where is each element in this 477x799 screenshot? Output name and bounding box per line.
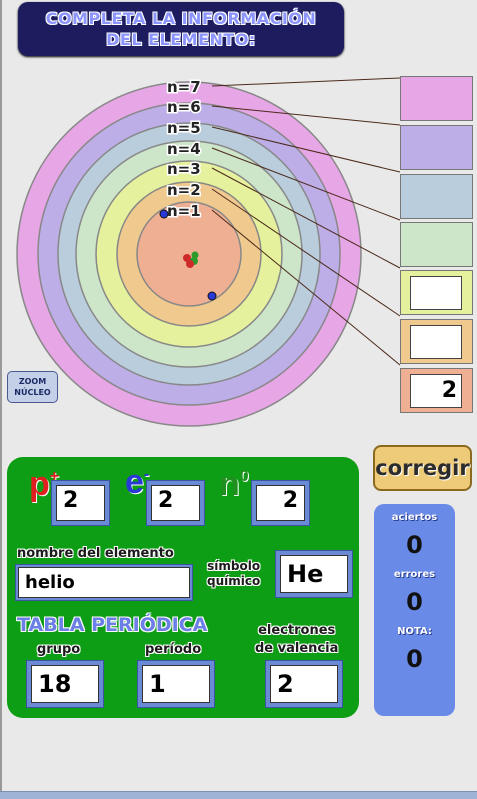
- aciertos-label: aciertos: [391, 512, 438, 523]
- zoom-label-1: ZOOM: [18, 377, 47, 386]
- group-input[interactable]: 18: [31, 665, 99, 703]
- electron-icon: [207, 291, 217, 301]
- shell-label-5: n=5: [167, 119, 201, 137]
- electron-icon: [159, 209, 169, 219]
- electron-letter: e: [125, 463, 144, 501]
- neutron-box: 2: [251, 480, 310, 526]
- shell-box-4: [400, 222, 473, 267]
- element-info-panel: p+ 2 e- 2 n0 2 nombre del elemento helio…: [7, 457, 359, 718]
- shell-box-1: 2: [400, 368, 473, 413]
- symbol-box: He: [275, 550, 353, 598]
- element-name-box: helio: [15, 564, 193, 601]
- corregir-label: corregir: [375, 456, 470, 480]
- element-name-label: nombre del elemento: [17, 546, 174, 561]
- shell-box-3: [400, 270, 473, 315]
- valence-label-line-2: de valencia: [255, 641, 339, 656]
- period-box: 1: [137, 660, 215, 708]
- corregir-button[interactable]: corregir: [373, 445, 472, 491]
- group-label: grupo: [37, 642, 81, 657]
- proton-input[interactable]: 2: [56, 485, 105, 521]
- symbol-label-line-2: químico: [207, 574, 261, 588]
- element-name-input[interactable]: helio: [18, 567, 190, 598]
- shell-3-input[interactable]: [410, 276, 462, 310]
- neutron-letter: n: [219, 465, 240, 503]
- title-line-1: COMPLETA LA INFORMACIÓN: [45, 9, 317, 28]
- period-label: período: [145, 642, 202, 657]
- score-panel: aciertos 0 errores 0 NOTA: 0: [374, 504, 455, 716]
- symbol-label: símbolo químico: [207, 559, 260, 589]
- nota-label: NOTA:: [397, 626, 432, 637]
- period-input[interactable]: 1: [142, 665, 210, 703]
- shell-label-4: n=4: [167, 140, 201, 158]
- neutron-charge: 0: [239, 467, 249, 485]
- zoom-nucleus-button[interactable]: ZOOM NÚCLEO: [7, 371, 58, 403]
- nota-value: 0: [406, 645, 423, 673]
- shell-box-2: [400, 319, 473, 364]
- proton-box: 2: [51, 480, 110, 526]
- shell-label-1: n=1: [167, 202, 201, 220]
- proton-letter: p: [29, 465, 50, 503]
- title-line-2: DEL ELEMENTO:: [106, 30, 256, 49]
- shell-box-7: [400, 76, 473, 121]
- zoom-label-2: NÚCLEO: [14, 388, 51, 397]
- valence-label: electrones de valencia: [255, 622, 338, 658]
- neutron-symbol: n0: [219, 465, 249, 504]
- neutron-input[interactable]: 2: [256, 485, 305, 521]
- symbol-input[interactable]: He: [280, 555, 348, 593]
- electron-box: 2: [146, 480, 205, 526]
- valence-input[interactable]: 2: [270, 665, 338, 703]
- shell-label-6: n=6: [167, 98, 201, 116]
- shell-label-7: n=7: [167, 78, 201, 96]
- group-box: 18: [26, 660, 104, 708]
- shell-label-2: n=2: [167, 181, 201, 199]
- periodic-table-title: TABLA PERIÓDICA: [17, 614, 208, 636]
- shell-labels: n=7 n=6 n=5 n=4 n=3 n=2 n=1: [166, 77, 203, 222]
- shell-2-input[interactable]: [410, 325, 462, 359]
- errores-label: errores: [393, 569, 436, 580]
- page-title: COMPLETA LA INFORMACIÓN DEL ELEMENTO:: [18, 2, 344, 56]
- shell-label-3: n=3: [167, 160, 201, 178]
- symbol-label-line-1: símbolo: [207, 559, 261, 573]
- shell-1-input[interactable]: 2: [410, 374, 462, 408]
- valence-label-line-1: electrones: [258, 623, 336, 638]
- valence-box: 2: [265, 660, 343, 708]
- shell-box-5: [400, 174, 473, 219]
- aciertos-value: 0: [406, 531, 423, 559]
- shell-box-6: [400, 125, 473, 170]
- electron-input[interactable]: 2: [151, 485, 200, 521]
- errores-value: 0: [406, 588, 423, 616]
